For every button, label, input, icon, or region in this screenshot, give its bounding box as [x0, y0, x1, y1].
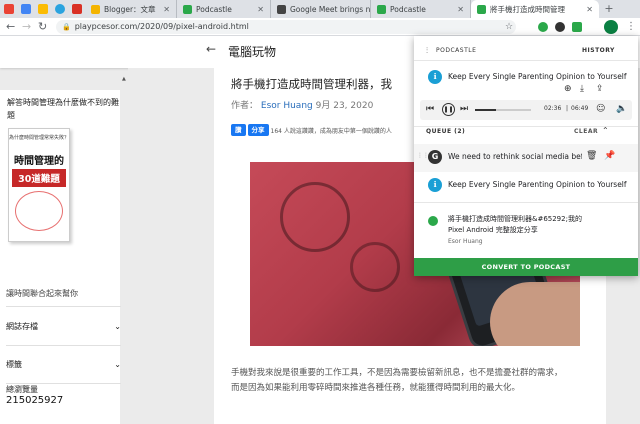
fb-like-button[interactable]: 讚 [231, 124, 246, 136]
now-playing-title: Keep Every Single Parenting Opinion to Y… [448, 72, 627, 81]
author-link[interactable]: Esor Huang [261, 101, 313, 111]
slogan: 讓時間聯合起來幫你 [6, 289, 78, 298]
views-count: 215025927 [6, 395, 64, 406]
brand-name: PODCASTLE [436, 47, 477, 54]
book-cover-image[interactable]: 為什麼時間管理常常失敗？ 時間管理的 30道難題 [8, 128, 70, 242]
queue-label: QUEUE (2) [426, 128, 466, 135]
post-meta: 作者： Esor Huang 9月 23, 2020 [231, 101, 374, 111]
facebook-bar: 讚 分享 164 人說這讚讚，成為朋友中第一個說讚的人 [231, 124, 392, 136]
labels-toggle[interactable]: 標籤 ⌄ [6, 346, 121, 384]
pinned-tab-keep[interactable] [34, 0, 51, 18]
blog-header: ← 電腦玩物 [0, 36, 414, 68]
share-icon[interactable]: ⇪ [596, 84, 604, 94]
episode-avatar: G [428, 150, 442, 164]
views-label: 總瀏覽量 [6, 385, 38, 394]
queue-item-title: Keep Every Single Parenting Opinion to Y… [448, 180, 627, 189]
podcastle-icon [377, 4, 386, 14]
pinned-tab-red[interactable] [68, 0, 85, 18]
pin-icon[interactable]: 📌 [604, 151, 615, 161]
back-arrow-icon[interactable]: ← [206, 42, 216, 56]
evernote-extension-icon[interactable] [538, 22, 548, 32]
download-icon[interactable]: ⤓ [580, 84, 584, 94]
skip-back-icon[interactable]: ⏮ [426, 104, 434, 114]
speed-icon[interactable]: ☺ [596, 104, 605, 114]
close-icon[interactable]: ✕ [257, 5, 264, 14]
back-icon[interactable]: ← [6, 20, 15, 34]
episode-avatar: ℹ [428, 178, 442, 192]
trash-icon[interactable]: 🗑 [586, 151, 597, 161]
menu-icon[interactable]: ⋮ [626, 20, 636, 34]
tab-blogger[interactable]: Blogger：文章 ✕ [85, 0, 177, 18]
podcastle-logo-icon: ⫶ [426, 46, 428, 55]
tab-podcastle-2[interactable]: Podcastle ✕ [371, 0, 471, 18]
time-current: 02:36 [544, 105, 562, 112]
pinned-tab-calendar[interactable] [17, 0, 34, 18]
pause-icon[interactable]: ❚❚ [442, 103, 455, 116]
archive-toggle[interactable]: 網誌存檔 ⌄ [6, 306, 121, 346]
chevron-down-icon: ⌄ [114, 321, 121, 331]
lock-icon: 🔒 [62, 23, 71, 31]
player-controls: ⏮ ❚❚ ⏭ 02:36 | 06:49 ☺ 🔈 [420, 100, 632, 120]
queue-item[interactable]: ℹ Keep Every Single Parenting Opinion to… [414, 172, 638, 200]
volume-icon[interactable]: 🔈 [616, 104, 627, 114]
tab-podcastle-1[interactable]: Podcastle ✕ [177, 0, 271, 18]
scroll-up-icon[interactable]: ▲ [122, 76, 126, 82]
current-page-author: Esor Huang [448, 238, 483, 245]
convert-to-podcast-button[interactable]: CONVERT TO PODCAST [414, 258, 638, 276]
progress-fill [475, 109, 497, 111]
current-page-title: Pixel Android 完整設定分享 [448, 226, 538, 234]
queue-item-title: We need to rethink social media before i [448, 152, 582, 161]
reload-icon[interactable]: ↻ [38, 20, 47, 34]
queue-item[interactable]: ⋮⋮ G We need to rethink social media bef… [414, 144, 638, 172]
close-icon[interactable]: ✕ [457, 5, 464, 14]
podcastle-popup: ⫶ PODCASTLE HISTORY ℹ Keep Every Single … [414, 36, 638, 276]
forward-icon[interactable]: → [22, 20, 31, 34]
globe-icon[interactable]: ⊕ [564, 84, 572, 94]
blog-name[interactable]: 電腦玩物 [228, 43, 276, 60]
paragraph-line: 而是因為如果能利用零碎時間來推進各種任務，就能獲得時間利用的最大化。 [231, 383, 521, 393]
toolbar: ← → ↻ 🔒 playpcesor.com/2020/09/pixel-andr… [0, 18, 640, 36]
skip-forward-icon[interactable]: ⏭ [460, 104, 468, 114]
podcastle-extension-icon[interactable] [572, 22, 582, 32]
podcastle-icon [477, 4, 486, 14]
hand-image [490, 282, 580, 346]
book-caption: 解答時間管理為什麼做不到的難題 [7, 98, 119, 120]
scribble-illustration [15, 191, 63, 231]
current-page-title: 將手機打造成時間管理利器&#65292;我的 [448, 215, 582, 223]
podcastle-icon [183, 4, 192, 14]
chevron-down-icon: ⌄ [114, 360, 121, 369]
close-icon[interactable]: ✕ [163, 5, 170, 14]
progress-track[interactable] [475, 109, 531, 111]
avatar[interactable] [604, 20, 618, 34]
tab-active-article[interactable]: 將手機打造成時間管理 ✕ [471, 0, 599, 18]
page-favicon [428, 216, 438, 226]
new-tab-button[interactable]: + [599, 0, 619, 18]
article-icon [277, 4, 286, 14]
pinned-tab-gmail[interactable] [0, 0, 17, 18]
clear-queue-button[interactable]: CLEAR [574, 128, 598, 135]
address-bar[interactable]: 🔒 playpcesor.com/2020/09/pixel-android.ht… [56, 20, 516, 34]
extension-icon[interactable] [555, 22, 565, 32]
post-title: 將手機打造成時間管理利器，我 [231, 77, 392, 91]
tab-strip: Blogger：文章 ✕ Podcastle ✕ Google Meet bring… [0, 0, 640, 18]
tab-google-meet[interactable]: Google Meet brings noi✕ [271, 0, 371, 18]
history-button[interactable]: HISTORY [582, 47, 615, 54]
blogger-icon [91, 4, 100, 14]
star-icon[interactable]: ☆ [505, 20, 513, 34]
fb-share-button[interactable]: 分享 [247, 124, 269, 136]
chevron-up-icon[interactable]: ⌃ [602, 126, 609, 135]
sidebar: ▲ 解答時間管理為什麼做不到的難題 為什麼時間管理常常失敗？ 時間管理的 30道… [0, 36, 128, 424]
episode-avatar: ℹ [428, 70, 442, 84]
pinned-tab-telegram[interactable] [51, 0, 68, 18]
time-total: 06:49 [571, 105, 589, 112]
close-icon[interactable]: ✕ [586, 5, 593, 14]
paragraph-line: 手機對我來說是很重要的工作工具，不是因為需要檢留新訊息，也不是擔憂社群的需求， [231, 368, 563, 378]
